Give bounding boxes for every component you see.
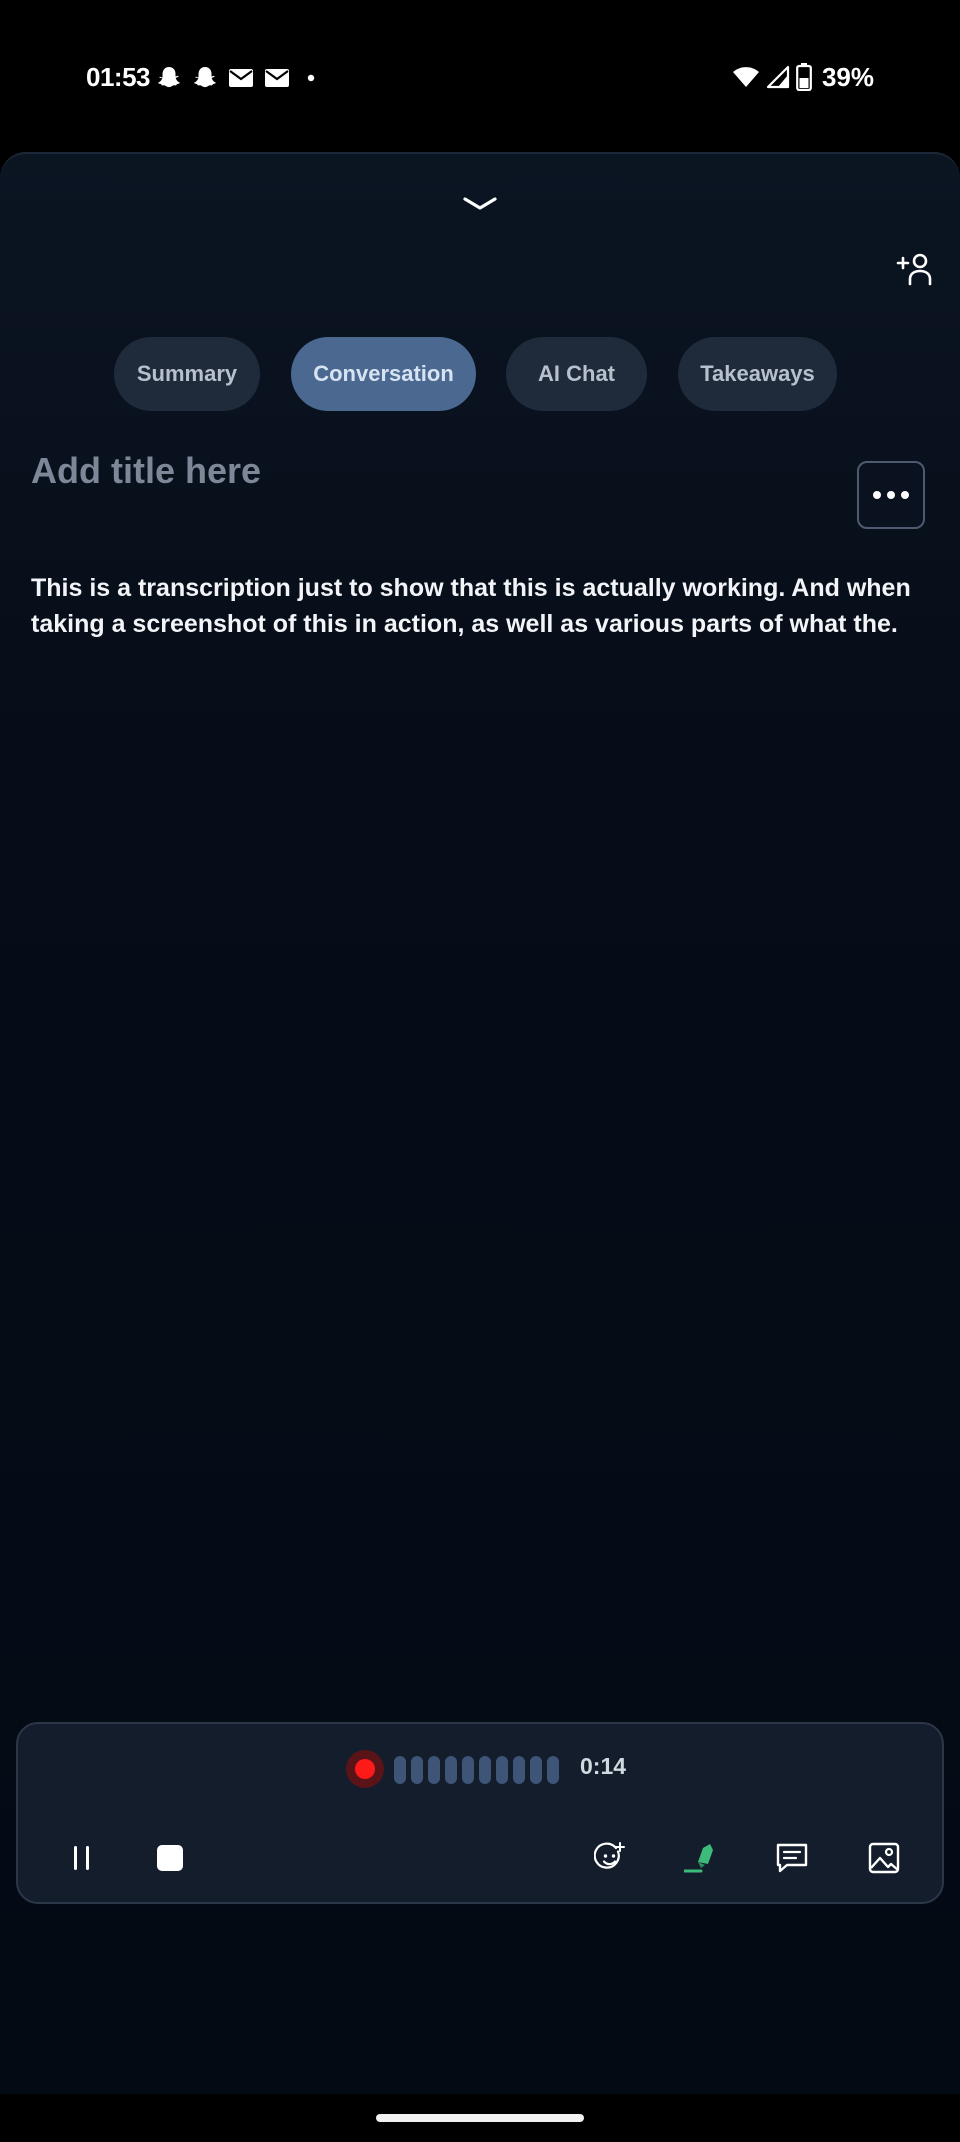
cellular-signal-icon bbox=[766, 65, 790, 89]
recorder-panel: 0:14 bbox=[16, 1722, 944, 1904]
add-reaction-button[interactable] bbox=[588, 1836, 632, 1880]
image-icon bbox=[868, 1842, 900, 1874]
more-options-button[interactable] bbox=[857, 461, 925, 529]
audio-level-bar bbox=[496, 1756, 508, 1784]
recording-dot bbox=[355, 1759, 375, 1779]
comment-icon bbox=[776, 1843, 808, 1873]
tab-conversation[interactable]: Conversation bbox=[291, 337, 476, 411]
tab-ai-chat[interactable]: AI Chat bbox=[506, 337, 647, 411]
add-comment-button[interactable] bbox=[770, 1836, 814, 1880]
audio-level-bar bbox=[462, 1756, 474, 1784]
pause-icon bbox=[74, 1846, 89, 1870]
audio-level-bar bbox=[513, 1756, 525, 1784]
snapchat-icon bbox=[194, 67, 216, 88]
audio-level-bar bbox=[394, 1756, 406, 1784]
audio-level-bar bbox=[428, 1756, 440, 1784]
emoji-add-icon bbox=[594, 1842, 625, 1869]
more-notifications-dot-icon bbox=[307, 74, 315, 82]
stop-icon bbox=[157, 1845, 183, 1871]
add-image-button[interactable] bbox=[862, 1836, 906, 1880]
add-participant-button[interactable] bbox=[894, 250, 934, 290]
battery-percent: 39% bbox=[821, 61, 874, 92]
wifi-icon bbox=[732, 67, 759, 87]
recording-indicator-icon bbox=[346, 1750, 384, 1788]
highlight-button[interactable] bbox=[680, 1836, 724, 1880]
tab-takeaways[interactable]: Takeaways bbox=[678, 337, 837, 411]
audio-level-bar bbox=[547, 1756, 559, 1784]
stop-button[interactable] bbox=[148, 1836, 192, 1880]
audio-level-bar bbox=[445, 1756, 457, 1784]
pause-button[interactable] bbox=[60, 1836, 104, 1880]
ellipsis-dot bbox=[901, 491, 909, 499]
recording-elapsed-time: 0:14 bbox=[580, 1753, 627, 1779]
audio-level-bar bbox=[530, 1756, 542, 1784]
mail-icon bbox=[229, 69, 253, 87]
collapse-sheet-button[interactable] bbox=[456, 188, 504, 218]
add-person-icon bbox=[896, 253, 932, 286]
status-bar: 01:53 39% bbox=[0, 0, 960, 152]
transcript-text: This is a transcription just to show tha… bbox=[31, 574, 911, 638]
view-tabs: Summary Conversation AI Chat Takeaways bbox=[0, 337, 960, 411]
status-time: 01:53 bbox=[86, 62, 151, 92]
chevron-down-icon bbox=[463, 197, 497, 210]
audio-level-meter bbox=[394, 1756, 559, 1784]
system-status: 39% bbox=[732, 60, 874, 94]
audio-level-bar bbox=[479, 1756, 491, 1784]
note-title-input[interactable]: Add title here bbox=[31, 450, 261, 492]
ellipsis-icon bbox=[873, 491, 881, 499]
notification-icons bbox=[156, 62, 322, 94]
battery-icon bbox=[796, 63, 812, 91]
audio-level-bar bbox=[411, 1756, 423, 1784]
highlighter-icon bbox=[684, 1844, 713, 1873]
tab-summary[interactable]: Summary bbox=[114, 337, 260, 411]
snapchat-icon bbox=[158, 67, 180, 88]
recording-status: 0:14 bbox=[18, 1750, 946, 1790]
ellipsis-dot bbox=[887, 491, 895, 499]
mail-icon bbox=[265, 69, 289, 87]
home-indicator[interactable] bbox=[376, 2114, 584, 2122]
